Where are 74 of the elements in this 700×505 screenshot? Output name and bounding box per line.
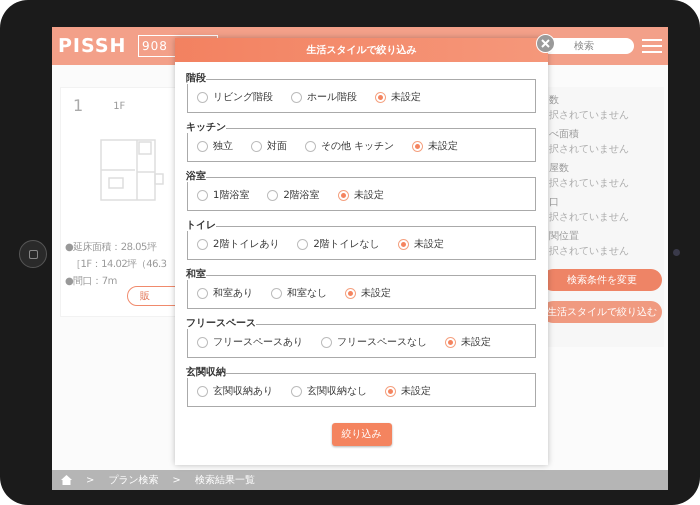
group-legend: トイレ [186, 221, 216, 231]
radio-button[interactable] [412, 140, 424, 152]
radio-option[interactable]: 未設定 [445, 334, 491, 350]
plan-detail-text: ［1F：14.02坪（46.3 [70, 258, 167, 272]
radio-button[interactable] [271, 288, 282, 298]
radio-button[interactable] [345, 288, 356, 298]
dialog-title: 生活スタイルで絞り込み [175, 38, 548, 62]
breadcrumb-separator: > [86, 474, 94, 488]
radio-option[interactable]: 未設定 [412, 138, 458, 154]
radio-button[interactable] [375, 92, 386, 102]
radio-button[interactable] [267, 190, 278, 200]
condition-label: 数 [549, 94, 560, 108]
home-icon[interactable] [61, 475, 72, 485]
radio-option[interactable]: 2階トイレあり [197, 236, 280, 252]
radio-option[interactable]: 2階浴室 [267, 188, 320, 202]
radio-button[interactable] [197, 190, 208, 200]
radio-option[interactable]: 未設定 [385, 384, 431, 398]
radio-option[interactable]: 対面 [251, 138, 287, 154]
radio-button[interactable] [197, 238, 208, 250]
radio-button[interactable] [291, 92, 302, 102]
condition-value: 択されていません [549, 245, 630, 259]
radio-button[interactable] [321, 336, 332, 348]
radio-option[interactable]: 未設定 [375, 90, 421, 104]
condition-label: 関位置 [549, 230, 580, 244]
radio-option[interactable]: フリースペースあり [197, 334, 303, 350]
condition-value: 択されていません [549, 177, 630, 191]
camera-icon [673, 249, 680, 256]
radio-option[interactable]: フリースペースなし [321, 334, 427, 350]
radio-button[interactable] [197, 336, 208, 348]
radio-button[interactable] [445, 336, 456, 348]
radio-button[interactable] [251, 140, 262, 152]
radio-option[interactable]: 1階浴室 [197, 188, 250, 202]
condition-label: 口 [549, 196, 560, 210]
plan-detail-text: ●間口：7m [65, 275, 118, 289]
menu-icon[interactable] [642, 38, 662, 54]
radio-button[interactable] [398, 238, 409, 250]
condition-value: 択されていません [549, 143, 630, 157]
plan-number: 1 [73, 95, 84, 117]
radio-button[interactable] [385, 386, 396, 396]
radio-option[interactable]: 未設定 [398, 236, 444, 252]
radio-option[interactable]: 未設定 [345, 286, 391, 300]
radio-option[interactable]: その他 キッチン [305, 138, 394, 154]
radio-button[interactable] [197, 92, 208, 102]
close-icon[interactable] [536, 34, 555, 53]
radio-option[interactable]: 玄関収納あり [197, 384, 273, 398]
radio-option[interactable]: 独立 [197, 138, 233, 154]
radio-option[interactable]: 和室あり [197, 286, 253, 300]
radio-option[interactable]: リビング階段 [197, 90, 273, 104]
group-legend: 浴室 [186, 172, 206, 182]
radio-button[interactable] [305, 140, 316, 152]
group-legend: 玄関収納 [186, 368, 226, 378]
radio-button[interactable] [197, 288, 208, 298]
condition-value: 択されていません [549, 109, 630, 123]
plan-detail-text: ●延床面積：28.05坪 [65, 240, 158, 255]
condition-label: べ面積 [549, 128, 580, 142]
radio-option[interactable]: 2階トイレなし [297, 236, 380, 252]
home-button[interactable] [19, 240, 47, 268]
radio-option[interactable]: 和室なし [271, 286, 327, 300]
breadcrumb-separator: > [172, 474, 181, 488]
group-legend: 階段 [186, 74, 206, 84]
condition-value: 択されていません [549, 211, 630, 225]
radio-button[interactable] [291, 386, 302, 396]
radio-button[interactable] [338, 190, 349, 200]
radio-button[interactable] [297, 238, 308, 250]
group-legend: 和室 [186, 270, 206, 280]
radio-button[interactable] [197, 140, 208, 152]
group-legend: キッチン [186, 123, 226, 133]
radio-option[interactable]: 玄関収納なし [291, 384, 367, 398]
radio-option[interactable]: ホール階段 [291, 90, 357, 104]
radio-option[interactable]: 未設定 [338, 188, 384, 202]
group-legend: フリースペース [186, 319, 256, 329]
floor-label: 1F [113, 100, 126, 114]
radio-button[interactable] [197, 386, 208, 396]
condition-label: 屋数 [549, 162, 570, 176]
